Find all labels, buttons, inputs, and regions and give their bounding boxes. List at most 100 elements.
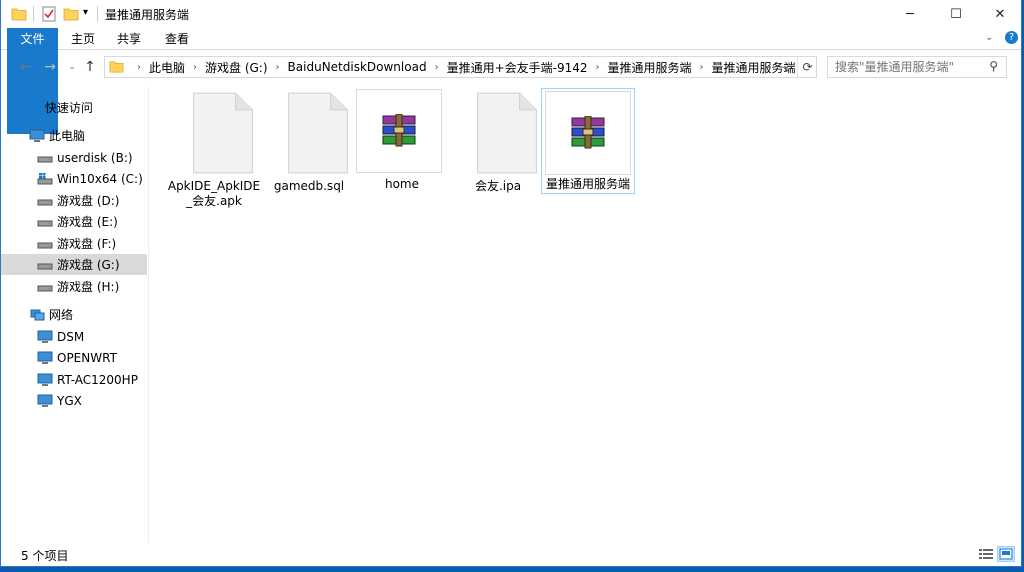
sidebar-item-label: 游戏盘 (E:) xyxy=(57,215,118,229)
sidebar-item-label: RT-AC1200HP xyxy=(57,372,138,387)
sidebar-item-drive-d[interactable]: 游戏盘 (D:) xyxy=(1,190,147,211)
drive-icon xyxy=(37,156,53,162)
large-icons-view-button[interactable] xyxy=(997,546,1015,562)
drive-icon xyxy=(37,285,53,291)
folder-icon xyxy=(11,8,27,21)
navigation-pane: ★ 快速访问 此电脑 userdisk (B:) Win10x64 (C:) 游… xyxy=(1,87,149,543)
file-name: 会友.ipa xyxy=(474,179,522,193)
thumbnail-frame xyxy=(545,91,631,175)
sidebar-item-drive-b[interactable]: userdisk (B:) xyxy=(1,147,147,168)
file-item[interactable]: home xyxy=(355,89,449,195)
windows-drive-icon xyxy=(37,172,53,184)
tab-home[interactable]: 主页 xyxy=(61,28,105,50)
tab-view[interactable]: 查看 xyxy=(155,28,199,50)
sidebar-item-label: 游戏盘 (D:) xyxy=(57,194,120,208)
navigation-bar: ← → ⌄ ↑ › 此电脑 › 游戏盘 (G:) › BaiduNetdiskD… xyxy=(1,51,1021,83)
refresh-icon[interactable]: ⟳ xyxy=(797,57,817,77)
explorer-window: ▾ 量推通用服务端 ─ ☐ ✕ 文件 主页 共享 查看 ⌄ ? ← → ⌄ ↑ … xyxy=(0,0,1022,567)
search-box[interactable]: ⚲ xyxy=(827,56,1007,78)
chevron-right-icon[interactable]: › xyxy=(131,62,147,73)
new-folder-icon[interactable] xyxy=(63,6,79,22)
back-button[interactable]: ← xyxy=(17,58,35,76)
sidebar-item-this-pc[interactable]: 此电脑 xyxy=(1,125,147,146)
file-list: ApkIDE_ApkIDE _会友.apk gamedb.sql home 会友… xyxy=(153,87,1021,543)
properties-icon[interactable] xyxy=(41,6,57,22)
sidebar-item-label: 游戏盘 (G:) xyxy=(57,258,120,272)
help-icon[interactable]: ? xyxy=(1005,31,1018,44)
monitor-icon xyxy=(37,394,53,407)
file-name: gamedb.sql xyxy=(273,179,345,193)
sidebar-item-network[interactable]: 网络 xyxy=(1,304,147,325)
blank-file-icon xyxy=(288,92,348,174)
address-bar[interactable]: › 此电脑 › 游戏盘 (G:) › BaiduNetdiskDownload … xyxy=(104,56,817,78)
details-view-button[interactable] xyxy=(977,546,995,562)
sidebar-item-drive-f[interactable]: 游戏盘 (F:) xyxy=(1,233,147,254)
divider xyxy=(33,6,34,22)
tab-share[interactable]: 共享 xyxy=(107,28,151,50)
sidebar-item-ygx[interactable]: YGX xyxy=(1,390,147,411)
crumb-this-pc[interactable]: 此电脑 xyxy=(147,59,187,76)
divider xyxy=(97,6,98,22)
chevron-right-icon[interactable]: › xyxy=(187,62,203,73)
chevron-right-icon[interactable]: › xyxy=(429,62,445,73)
file-item[interactable]: ApkIDE_ApkIDE _会友.apk xyxy=(167,91,261,208)
sidebar-item-dsm[interactable]: DSM xyxy=(1,326,147,347)
status-bar: 5 个项目 xyxy=(1,543,1021,565)
file-item-selected[interactable]: 量推通用服务端 xyxy=(541,88,635,194)
sidebar-item-label: 快速访问 xyxy=(44,101,93,115)
drive-icon xyxy=(37,242,53,248)
sidebar-item-openwrt[interactable]: OPENWRT xyxy=(1,347,147,368)
file-item[interactable]: gamedb.sql xyxy=(262,91,356,197)
sidebar-item-label: Win10x64 (C:) xyxy=(57,171,143,186)
sidebar-item-label: 游戏盘 (F:) xyxy=(57,237,117,251)
chevron-right-icon[interactable]: › xyxy=(270,62,286,73)
sidebar-item-drive-c[interactable]: Win10x64 (C:) xyxy=(1,168,147,189)
up-button[interactable]: ↑ xyxy=(81,58,99,76)
minimize-button[interactable]: ─ xyxy=(887,0,933,28)
sidebar-item-rt-ac1200hp[interactable]: RT-AC1200HP xyxy=(1,369,147,390)
sidebar-item-label: YGX xyxy=(57,393,82,408)
chevron-right-icon[interactable]: › xyxy=(694,62,710,73)
winrar-archive-icon xyxy=(382,114,416,147)
thumbnail-frame xyxy=(356,89,442,173)
drive-icon xyxy=(37,199,53,205)
ribbon-tabs: 文件 主页 共享 查看 ⌄ ? xyxy=(1,28,1021,134)
drive-icon xyxy=(37,263,53,269)
sidebar-item-drive-h[interactable]: 游戏盘 (H:) xyxy=(1,276,147,297)
computer-icon xyxy=(29,129,45,142)
drive-icon xyxy=(37,220,53,226)
sidebar-item-drive-g[interactable]: 游戏盘 (G:) xyxy=(1,254,147,275)
star-icon: ★ xyxy=(31,101,41,114)
close-button[interactable]: ✕ xyxy=(977,0,1023,28)
maximize-button[interactable]: ☐ xyxy=(933,0,979,28)
chevron-right-icon[interactable]: › xyxy=(590,62,606,73)
winrar-archive-icon xyxy=(571,116,605,149)
sidebar-item-label: 此电脑 xyxy=(49,129,86,143)
item-count: 5 个项目 xyxy=(21,549,69,563)
large-icons-view-icon xyxy=(999,548,1013,560)
crumb-server-1[interactable]: 量推通用服务端 xyxy=(606,59,694,76)
qa-dropdown-icon[interactable]: ▾ xyxy=(83,7,88,23)
title-bar: ▾ 量推通用服务端 ─ ☐ ✕ xyxy=(1,0,1021,28)
sidebar-item-drive-e[interactable]: 游戏盘 (E:) xyxy=(1,211,147,232)
monitor-icon xyxy=(37,330,53,343)
sidebar-item-label: 网络 xyxy=(49,308,74,322)
ribbon-expand-icon[interactable]: ⌄ xyxy=(985,32,993,43)
sidebar-item-quick-access[interactable]: ★ 快速访问 xyxy=(1,97,147,118)
crumb-drive-g[interactable]: 游戏盘 (G:) xyxy=(203,59,270,76)
details-view-icon xyxy=(979,549,993,559)
address-dropdown-icon[interactable]: ⌄ xyxy=(775,57,795,77)
file-item[interactable]: 会友.ipa xyxy=(451,91,545,197)
monitor-icon xyxy=(37,351,53,364)
file-name: ApkIDE_ApkIDE _会友.apk xyxy=(167,179,261,208)
file-name: home xyxy=(384,177,420,191)
crumb-baidu-download[interactable]: BaiduNetdiskDownload xyxy=(286,60,429,74)
file-name: 量推通用服务端 xyxy=(545,177,630,191)
search-icon[interactable]: ⚲ xyxy=(989,59,998,73)
crumb-liangtui-huiyou[interactable]: 量推通用+会友手端-9142 xyxy=(445,59,590,76)
forward-button[interactable]: → xyxy=(41,58,59,76)
breadcrumb: › 此电脑 › 游戏盘 (G:) › BaiduNetdiskDownload … xyxy=(131,57,798,77)
window-title: 量推通用服务端 xyxy=(105,8,190,22)
search-input[interactable] xyxy=(828,57,978,77)
recent-locations-icon[interactable]: ⌄ xyxy=(63,58,81,76)
